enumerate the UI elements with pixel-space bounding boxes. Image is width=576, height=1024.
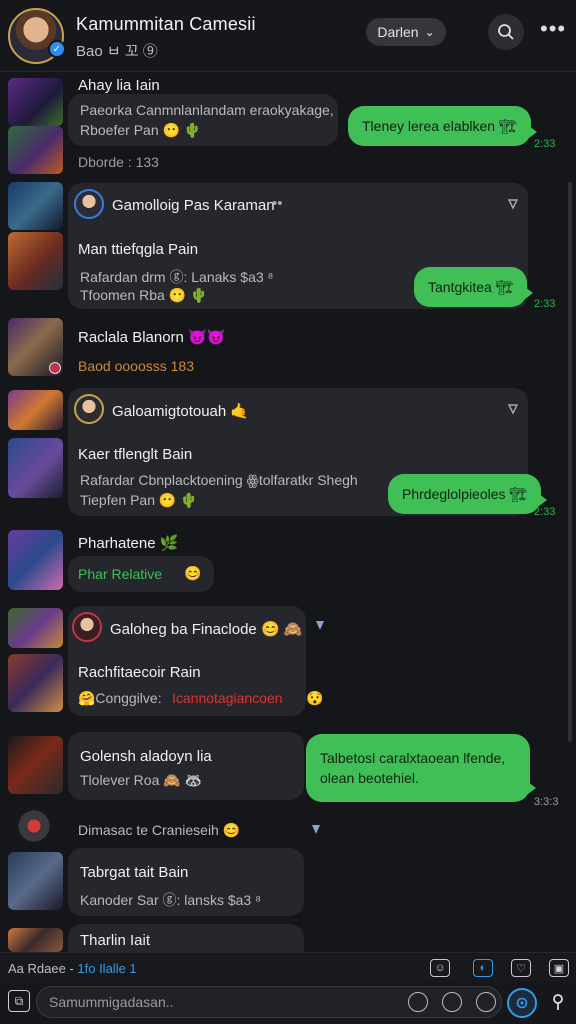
outgoing-message[interactable]: Tleney lerea elablken 🏗 (348, 106, 537, 146)
game-thumbnail[interactable] (8, 232, 63, 290)
thread-name[interactable]: Raclala Blanorn 😈😈 (78, 328, 225, 346)
group-name[interactable]: Galoheg ba Finaclode 😊 🙈 (110, 620, 302, 638)
message-sender: Tfoomen Rba 😶 🌵 (80, 287, 208, 303)
more-options-button[interactable]: ••• (540, 16, 566, 42)
group-name[interactable]: Galoamigtotouah 🤙 (112, 402, 249, 420)
attach-icon: ⧉ (14, 993, 24, 1008)
system-message: Dimasac te Cranieseih 😊 (78, 822, 241, 838)
group-name[interactable]: Gamolloig Pas Karaman (112, 197, 275, 214)
message-sender: Tiepfen Pan 😶 🌵 (80, 492, 198, 508)
pin-icon[interactable] (506, 402, 520, 416)
message-text-alert: Icannotagiancoen (172, 690, 283, 706)
message-card[interactable]: Galoheg ba Finaclode 😊 🙈 Rachfitaecoir R… (68, 606, 306, 716)
game-thumbnail[interactable] (8, 928, 63, 952)
game-thumbnail[interactable] (8, 852, 63, 910)
attach-button[interactable]: ⧉ (8, 990, 30, 1012)
message-card[interactable]: Tharlin Iait (68, 924, 304, 952)
message-sender: Rboefer Pan 😶 🌵 (80, 122, 202, 138)
status-label-link[interactable]: 1fo Ilalle 1 (77, 961, 136, 976)
outgoing-message[interactable]: Phrdeglolpieoles 🏗 (388, 474, 548, 514)
pin-icon[interactable] (506, 197, 520, 211)
status-bar: Aa Rdaee - 1fo Ilalle 1 ☺ ◐ ♡ ▣ (0, 952, 576, 982)
game-thumbnail[interactable] (8, 78, 63, 126)
sticker-icon[interactable] (476, 992, 496, 1012)
avatar[interactable] (16, 808, 52, 844)
message-composer: ⧉ (0, 982, 576, 1024)
message-time: 2:33 (534, 298, 556, 310)
thread-name[interactable]: Man ttiefqgla Pain (78, 241, 198, 258)
game-thumbnail[interactable] (8, 736, 63, 794)
location-icon[interactable] (548, 992, 568, 1012)
clock-icon[interactable] (408, 992, 428, 1012)
outgoing-message-text: Talbetosl caralxtaoean lfende, olean beo… (320, 750, 506, 786)
game-thumbnail[interactable] (8, 182, 63, 230)
game-thumbnail[interactable] (8, 530, 63, 590)
chat-title: Kamummitan Camesii (76, 14, 256, 34)
thread-meta: Dborde : 133 (78, 154, 159, 170)
thread-name[interactable]: Rachfitaecoir Rain (78, 664, 201, 681)
thread-meta: Baod oooosss 183 (78, 358, 194, 374)
thread-name[interactable]: Ahay lia Iain (78, 77, 160, 94)
send-icon (516, 997, 528, 1009)
message-feed[interactable]: Ahay lia Iain Paeorka Canmnlanlandam era… (0, 72, 576, 952)
message-text: Paeorka Canmnlanlandam eraokyakage, (80, 102, 334, 118)
status-label-primary: Aa Rdaee - (8, 961, 74, 976)
send-button[interactable] (507, 988, 537, 1018)
sort-dropdown[interactable]: Darlen ⌄ (366, 18, 446, 46)
outgoing-message[interactable]: Talbetosl caralxtaoean lfende, olean beo… (306, 734, 536, 802)
message-time: 2:33 (534, 506, 556, 518)
game-thumbnail[interactable] (8, 126, 63, 174)
status-label: Aa Rdaee - 1fo Ilalle 1 (8, 961, 137, 976)
unread-badge (49, 362, 61, 374)
message-sender: Tlolever Roa 🙈 🦝 (80, 772, 203, 788)
status-text: Phar Relative (78, 566, 163, 582)
pin-icon[interactable] (312, 618, 328, 634)
sender-avatar[interactable] (72, 612, 102, 642)
sticker-icon[interactable]: ☺ (430, 959, 450, 977)
status-card[interactable]: Phar Relative 😊 (68, 556, 214, 592)
message-time: 3:3:3 (534, 796, 559, 808)
thread-name[interactable]: Pharhatene 🌿 (78, 534, 178, 552)
status-emoji: 😊 (184, 565, 202, 581)
thread-name[interactable]: Tharlin Iait (80, 932, 150, 949)
gift-icon[interactable]: ♡ (511, 959, 531, 977)
thread-name[interactable]: Golensh aladoyn lia (80, 748, 212, 765)
search-icon (498, 24, 514, 40)
feed-scrollbar[interactable] (568, 182, 572, 742)
chat-subtitle: Bao ㅂ 꼬 ⑨ (76, 43, 158, 60)
message-text-prefix: 🤗Conggilve: (78, 690, 162, 706)
pin-icon[interactable] (308, 822, 324, 838)
sender-avatar[interactable] (74, 394, 104, 424)
verified-badge-icon: ✓ (48, 40, 66, 58)
image-icon[interactable]: ▣ (549, 959, 569, 977)
message-input[interactable] (36, 986, 502, 1018)
search-button[interactable] (488, 14, 524, 50)
game-thumbnail[interactable] (8, 438, 63, 498)
game-thumbnail[interactable] (8, 390, 63, 430)
message-time: 2:33 (534, 138, 556, 150)
game-thumbnail[interactable] (8, 654, 63, 712)
outgoing-message[interactable]: Tantgkitea 🏗 (414, 267, 534, 307)
chat-header: ✓ Kamummitan Camesii Bao ㅂ 꼬 ⑨ Darlen ⌄ … (0, 0, 576, 72)
message-reaction[interactable]: 😯 (306, 690, 323, 707)
group-name-suffix: •• (272, 195, 283, 212)
game-thumbnail[interactable] (8, 608, 63, 648)
message-text: Rafardan drm ⓖ: Lanaks $a3 ⁸ (80, 269, 274, 285)
emoji-icon[interactable] (442, 992, 462, 1012)
sender-avatar[interactable] (74, 189, 104, 219)
thread-name[interactable]: Tabrgat tait Bain (80, 864, 188, 881)
message-card[interactable]: Golensh aladoyn lia Tlolever Roa 🙈 🦝 (68, 732, 304, 800)
message-text: Kanoder Sar ⓖ: lansks $a3 ⁸ (80, 892, 262, 908)
message-text: Rafardar Cbnplacktoening ꙮtolfaratkr She… (80, 472, 358, 488)
game-thumbnail[interactable] (8, 318, 63, 376)
message-card[interactable]: Paeorka Canmnlanlandam eraokyakage, Rboe… (68, 94, 338, 146)
thread-name[interactable]: Kaer tflenglt Bain (78, 446, 192, 463)
sort-dropdown-label: Darlen (377, 24, 419, 40)
chevron-down-icon: ⌄ (424, 25, 435, 39)
message-card[interactable]: Tabrgat tait Bain Kanoder Sar ⓖ: lansks … (68, 848, 304, 916)
gif-icon[interactable]: ◐ (473, 959, 493, 977)
